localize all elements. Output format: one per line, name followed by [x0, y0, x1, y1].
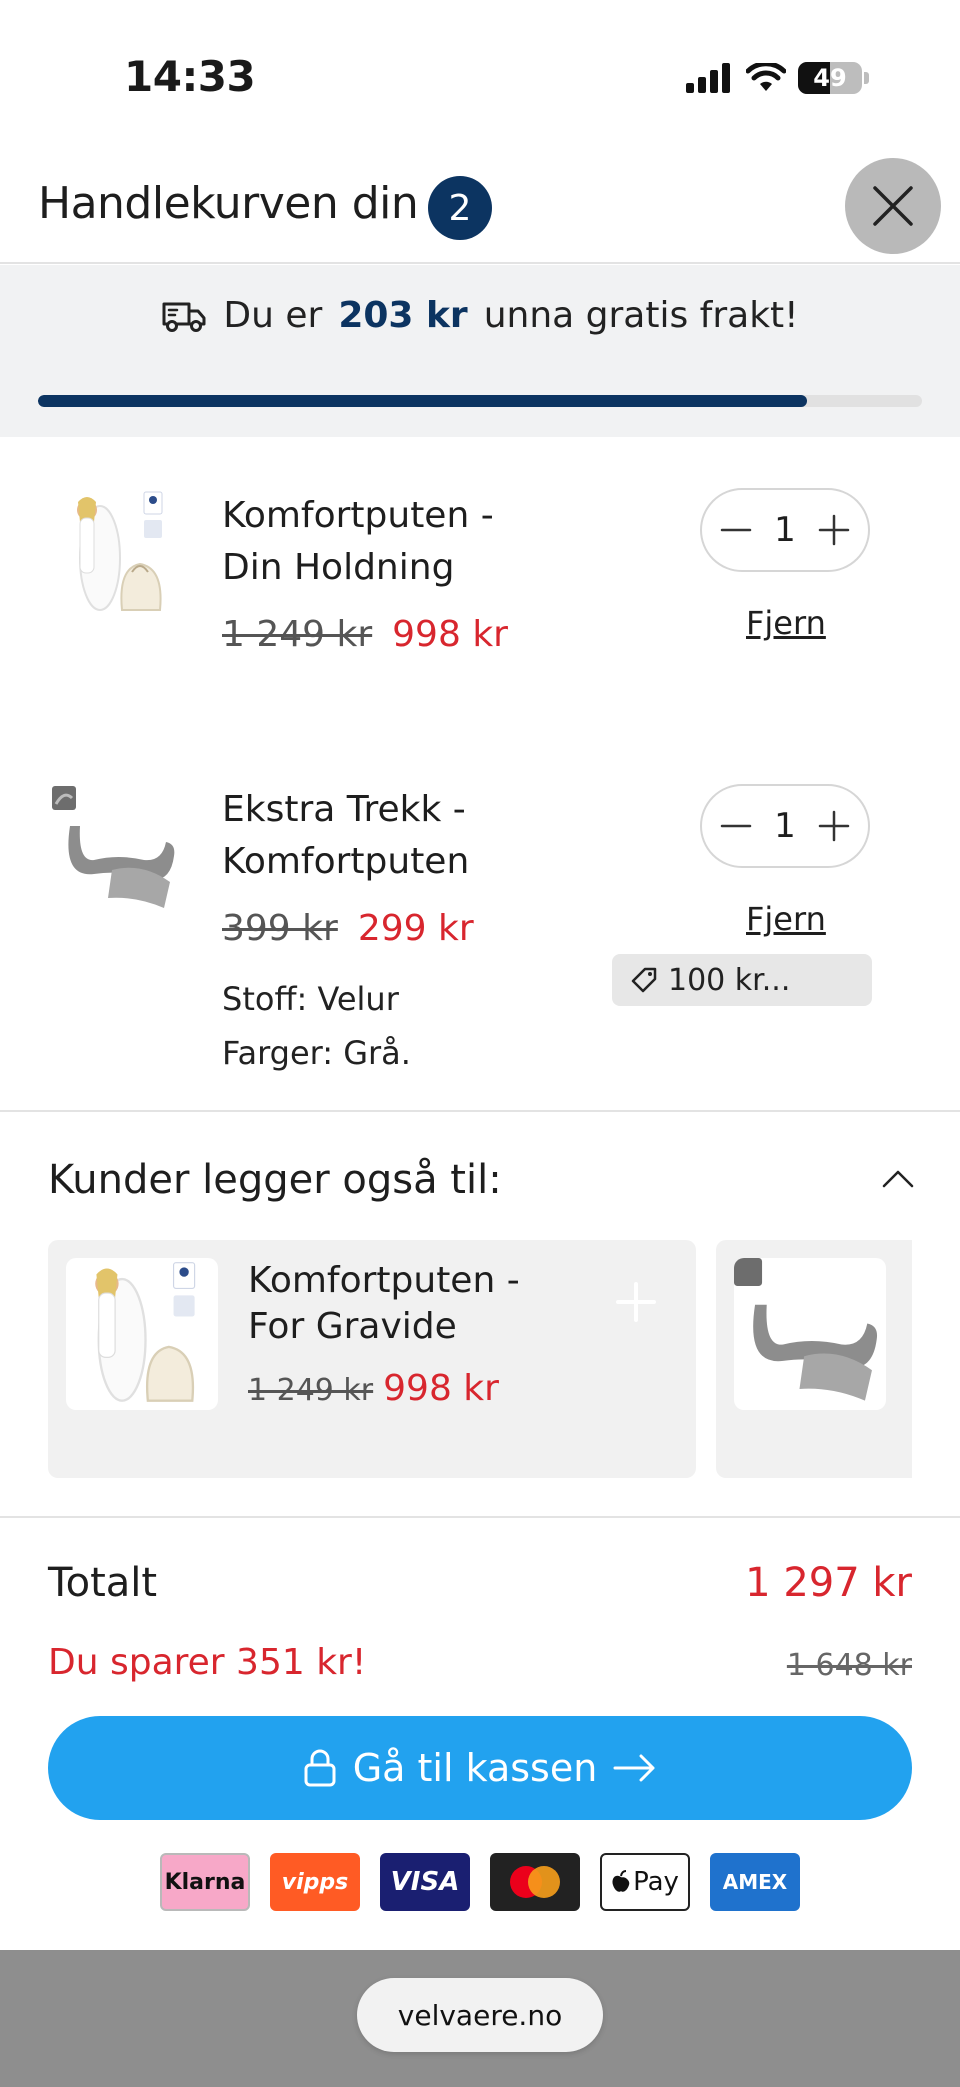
item-name[interactable]: Komfortputen - Din Holdning [222, 490, 522, 594]
recommendation-image [734, 1258, 886, 1410]
status-bar: 14:33 49 [0, 0, 960, 150]
item-old-price: 1 249 kr [222, 614, 373, 655]
klarna-logo: Klarna [160, 1853, 250, 1911]
item-price: 399 kr 299 kr [222, 908, 474, 949]
cart-item: Ekstra Trekk - Komfortputen 399 kr 299 k… [0, 738, 960, 1110]
item-name[interactable]: Ekstra Trekk - Komfortputen [222, 784, 522, 888]
remove-item-link[interactable]: Fjern [746, 900, 826, 938]
truck-icon [162, 302, 206, 332]
recommendation-name: Komfortputen - For Gravide [248, 1260, 520, 1347]
cellular-signal-icon [686, 63, 730, 93]
quantity-value[interactable]: 1 [774, 806, 796, 846]
free-shipping-message: Du er 203 kr unna gratis frakt! [0, 295, 960, 336]
lock-icon [304, 1749, 336, 1787]
plus-icon [616, 1282, 656, 1322]
cart-item: Komfortputen - Din Holdning 1 249 kr 998… [0, 438, 960, 738]
mastercard-circles-icon [510, 1866, 560, 1898]
item-new-price: 998 kr [392, 614, 508, 655]
free-shipping-banner: Du er 203 kr unna gratis frakt! [0, 265, 960, 437]
apple-icon [612, 1870, 630, 1892]
cart-title: Handlekurven din [38, 178, 419, 229]
pillow-cover-product-icon [734, 1258, 878, 1401]
item-new-price: 299 kr [357, 908, 474, 949]
url-bar[interactable]: velvaere.no [357, 1978, 603, 2052]
close-cart-button[interactable] [845, 158, 941, 254]
discount-chip[interactable]: 100 kr... [612, 954, 872, 1006]
recommendation-image [66, 1258, 218, 1410]
battery-percentage: 49 [813, 64, 847, 92]
pillow-product-icon [95, 1262, 196, 1402]
shipping-remaining-amount: 203 kr [338, 295, 468, 336]
item-variant-fabric: Stoff: Velur [222, 980, 399, 1018]
item-price: 1 249 kr 998 kr [222, 614, 508, 655]
cart-header: Handlekurven din 2 [0, 150, 960, 264]
plus-icon [818, 514, 850, 546]
quantity-value[interactable]: 1 [774, 510, 796, 550]
vipps-logo: vipps [270, 1853, 360, 1911]
pillow-cover-product-icon [52, 786, 175, 908]
apple-pay-logo: Pay [600, 1853, 690, 1911]
section-divider [0, 1110, 960, 1112]
battery-icon: 49 [798, 62, 862, 94]
shipping-prefix: Du er [223, 295, 323, 336]
plus-icon [818, 810, 850, 842]
recommendation-new-price: 998 kr [383, 1368, 499, 1409]
decrease-quantity-button[interactable] [716, 806, 756, 846]
increase-quantity-button[interactable] [814, 510, 854, 550]
savings-message: Du sparer 351 kr! [48, 1642, 367, 1683]
checkout-label: Gå til kassen [352, 1746, 598, 1790]
minus-icon [720, 528, 752, 532]
amex-logo: AMEX [710, 1853, 800, 1911]
recommendation-old-price: 1 249 kr [248, 1373, 374, 1408]
recommendations-collapse-toggle[interactable] [878, 1158, 918, 1198]
chevron-up-icon [882, 1170, 914, 1188]
visa-logo: VISA [380, 1853, 470, 1911]
browser-toolbar: velvaere.no [0, 1950, 960, 2087]
remove-item-link[interactable]: Fjern [746, 604, 826, 642]
recommendation-card[interactable]: Komfortputen - For Gravide 1 249 kr 998 … [48, 1240, 696, 1478]
original-total: 1 648 kr [786, 1648, 912, 1683]
total-label: Totalt [48, 1560, 158, 1606]
recommendations-carousel[interactable]: Komfortputen - For Gravide 1 249 kr 998 … [48, 1240, 912, 1478]
status-time: 14:33 [124, 52, 256, 101]
item-old-price: 399 kr [222, 908, 338, 949]
tag-icon [631, 967, 657, 993]
discount-amount: 100 kr... [668, 962, 791, 998]
battery-nub [864, 72, 869, 84]
shipping-suffix: unna gratis frakt! [483, 295, 799, 336]
section-divider [0, 1516, 960, 1518]
quantity-stepper: 1 [700, 784, 870, 868]
mastercard-logo [490, 1853, 580, 1911]
recommendations-title: Kunder legger også til: [48, 1157, 502, 1203]
increase-quantity-button[interactable] [814, 806, 854, 846]
item-variant-color: Farger: Grå. [222, 1034, 411, 1072]
shipping-progress-fill [38, 395, 808, 407]
quantity-stepper: 1 [700, 488, 870, 572]
shipping-progress-bar [38, 395, 922, 407]
apple-pay-label: Pay [633, 1867, 679, 1897]
product-image-komfortputen[interactable] [52, 488, 182, 618]
product-image-ekstra-trekk[interactable] [52, 786, 182, 916]
recommendation-price: 1 249 kr 998 kr [248, 1368, 499, 1409]
total-value: 1 297 kr [745, 1560, 912, 1606]
close-icon [873, 186, 913, 226]
decrease-quantity-button[interactable] [716, 510, 756, 550]
cart-count-badge: 2 [428, 176, 492, 240]
wifi-icon [746, 63, 786, 91]
minus-icon [720, 824, 752, 828]
status-icons: 49 [686, 60, 869, 96]
add-recommendation-button[interactable] [608, 1274, 664, 1330]
payment-methods: Klarna vipps VISA Pay AMEX [160, 1853, 800, 1911]
recommendation-card[interactable] [716, 1240, 912, 1478]
checkout-button[interactable]: Gå til kassen [48, 1716, 912, 1820]
arrow-right-icon [613, 1754, 655, 1782]
pillow-product-icon [77, 491, 163, 611]
